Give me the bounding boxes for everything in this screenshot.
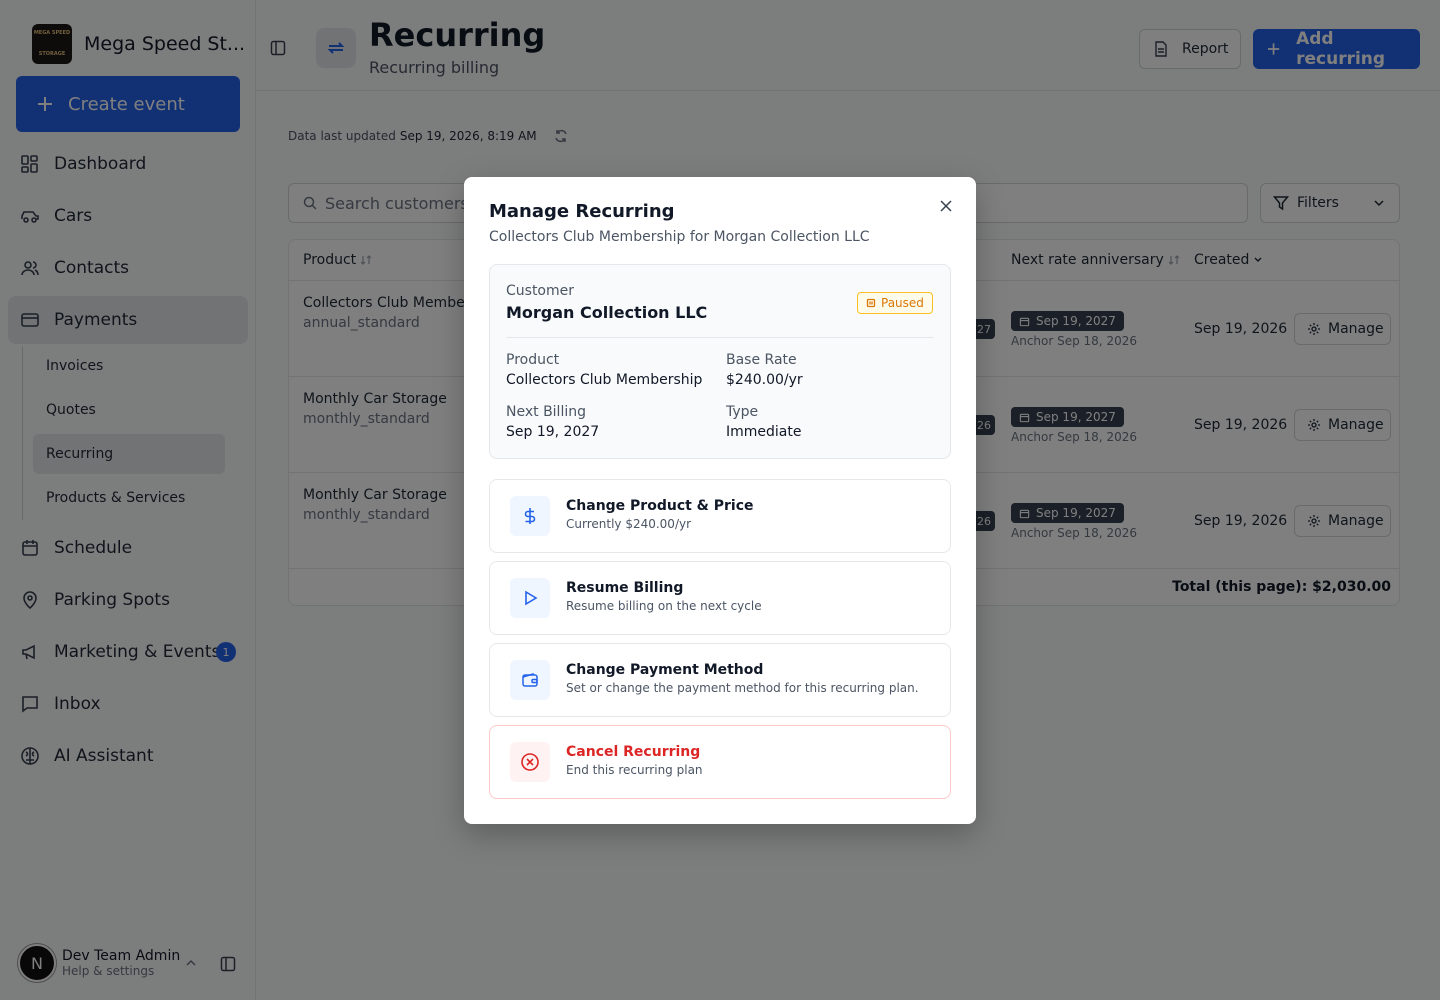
next-billing-label: Next Billing [506,404,586,420]
modal-subtitle: Collectors Club Membership for Morgan Co… [489,229,870,245]
customer-name: Morgan Collection LLC [506,303,708,322]
status-text: Paused [881,296,924,310]
type-value: Immediate [726,424,802,440]
action-description: Currently $240.00/yr [566,517,692,531]
action-title: Change Product & Price [566,498,754,514]
customer-summary-card: Customer Morgan Collection LLC Paused Pr… [489,264,951,459]
change-payment-method-action[interactable]: Change Payment Method Set or change the … [489,643,951,717]
product-value: Collectors Club Membership [506,372,703,388]
status-badge: Paused [857,292,933,314]
base-rate-value: $240.00/yr [726,372,803,388]
product-label: Product [506,352,560,368]
pause-icon [866,298,876,308]
cancel-circle-icon [510,742,550,782]
resume-billing-action[interactable]: Resume Billing Resume billing on the nex… [489,561,951,635]
play-icon [510,578,550,618]
action-title: Resume Billing [566,580,684,596]
customer-label: Customer [506,283,575,299]
type-label: Type [726,404,759,420]
modal-title: Manage Recurring [489,201,675,222]
action-description: End this recurring plan [566,763,703,777]
change-product-price-action[interactable]: Change Product & Price Currently $240.00… [489,479,951,553]
wallet-icon [510,660,550,700]
action-title: Cancel Recurring [566,744,701,760]
action-description: Set or change the payment method for thi… [566,681,919,695]
next-billing-value: Sep 19, 2027 [506,424,600,440]
cancel-recurring-action[interactable]: Cancel Recurring End this recurring plan [489,725,951,799]
base-rate-label: Base Rate [726,352,797,368]
dollar-icon [510,496,550,536]
card-divider [506,337,934,338]
action-title: Change Payment Method [566,662,764,678]
close-icon[interactable] [939,199,953,213]
manage-recurring-modal: Manage Recurring Collectors Club Members… [464,177,976,824]
action-description: Resume billing on the next cycle [566,599,762,613]
